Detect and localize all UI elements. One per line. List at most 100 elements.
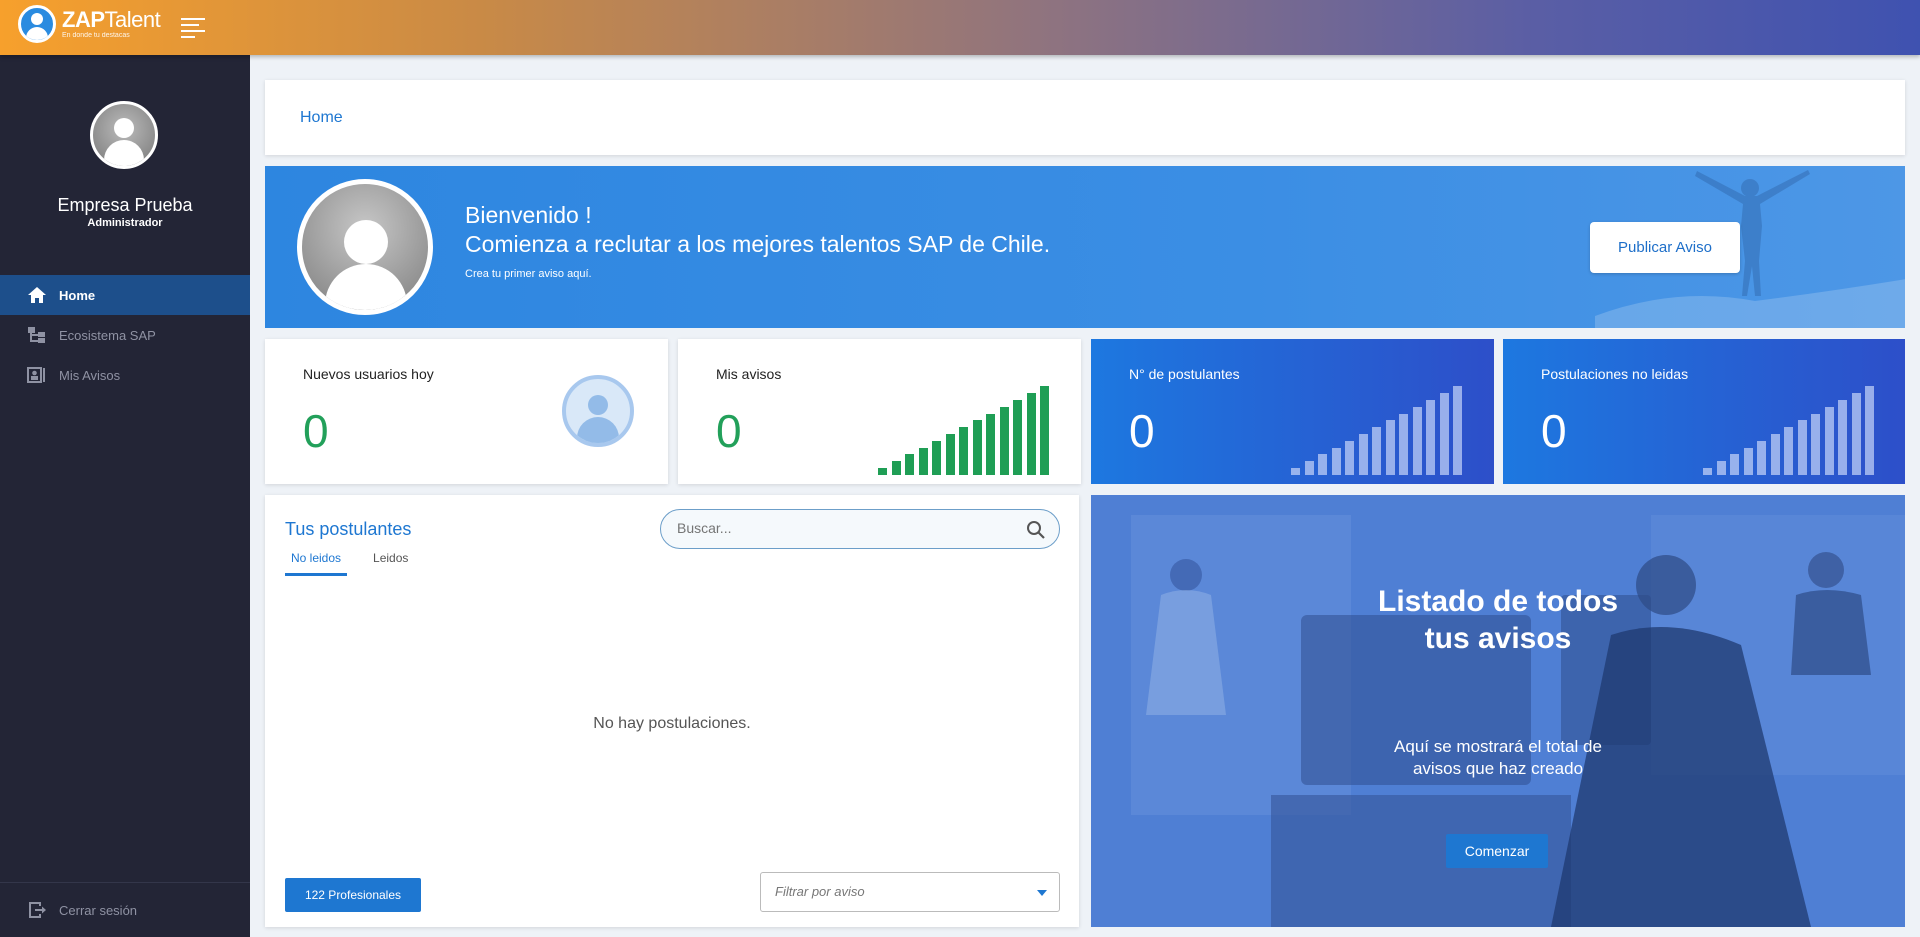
promo-title: Listado de todos tus avisos bbox=[1091, 583, 1905, 657]
promo-text-line: avisos que haz creado bbox=[1412, 759, 1584, 778]
hierarchy-icon bbox=[28, 327, 45, 343]
promo-text-line: Aquí se mostrará el total de bbox=[1394, 737, 1602, 756]
applicants-title: Tus postulantes bbox=[285, 519, 412, 539]
breadcrumb[interactable]: Home bbox=[300, 109, 343, 127]
bar-icon-segment bbox=[918, 447, 928, 475]
stat-value: 0 bbox=[303, 405, 329, 457]
search-box bbox=[660, 509, 1060, 549]
sidebar-item-label: Mis Avisos bbox=[59, 367, 121, 383]
bar-icon-segment bbox=[1318, 454, 1327, 475]
stat-card-unread: Postulaciones no leidas 0 bbox=[1503, 339, 1905, 484]
promo-title-line: tus avisos bbox=[1424, 622, 1572, 655]
stat-card-new-users: Nuevos usuarios hoy 0 bbox=[265, 339, 668, 484]
bar-chart-icon bbox=[878, 386, 1049, 475]
bar-icon-segment bbox=[891, 461, 901, 475]
bar-icon-segment bbox=[878, 468, 887, 475]
bar-icon-segment bbox=[945, 434, 955, 475]
bar-icon-segment bbox=[1013, 400, 1022, 475]
promo-title-line: Listado de todos bbox=[1378, 585, 1618, 618]
bar-icon-segment bbox=[986, 413, 995, 475]
welcome-avatar bbox=[297, 179, 433, 315]
sidebar: Empresa Prueba Administrador Home Ecosis… bbox=[0, 55, 250, 937]
logo-person-icon bbox=[18, 5, 56, 43]
empty-message: No hay postulaciones. bbox=[593, 715, 751, 732]
welcome-hint: Crea tu primer aviso aquí. bbox=[465, 268, 592, 280]
sidebar-item-home[interactable]: Home bbox=[0, 275, 250, 315]
bar-icon-segment bbox=[1784, 427, 1793, 475]
bar-chart-icon bbox=[1291, 386, 1462, 475]
home-icon bbox=[28, 287, 46, 303]
tab-leidos[interactable]: Leidos bbox=[367, 551, 414, 576]
bar-chart-icon bbox=[1703, 386, 1874, 475]
bar-icon-segment bbox=[1040, 386, 1049, 475]
chevron-down-icon bbox=[1037, 890, 1047, 896]
sidebar-item-mis-avisos[interactable]: Mis Avisos bbox=[0, 355, 250, 395]
bar-icon-segment bbox=[1811, 413, 1820, 475]
bar-icon-segment bbox=[932, 440, 941, 475]
logo[interactable]: ZAPTalent En donde tu destacas bbox=[18, 5, 161, 43]
logout-label: Cerrar sesión bbox=[59, 902, 138, 918]
welcome-subtitle: Comienza a reclutar a los mejores talent… bbox=[465, 231, 1051, 257]
bar-icon-segment bbox=[1385, 420, 1395, 475]
bar-icon-segment bbox=[1703, 468, 1712, 475]
bar-icon-segment bbox=[959, 427, 968, 475]
applicants-tabs: No leidos Leidos bbox=[285, 551, 434, 576]
sidebar-nav: Home Ecosistema SAP Mis Avisos bbox=[0, 275, 250, 395]
logo-thin: Talent bbox=[104, 7, 161, 32]
sidebar-item-ecosistema-sap[interactable]: Ecosistema SAP bbox=[0, 315, 250, 355]
search-input[interactable] bbox=[677, 520, 1007, 536]
stat-card-applicants: N° de postulantes 0 bbox=[1091, 339, 1494, 484]
bar-icon-segment bbox=[1412, 406, 1422, 475]
bar-icon-segment bbox=[972, 420, 982, 475]
professionals-button[interactable]: 122 Profesionales bbox=[285, 878, 421, 912]
bar-icon-segment bbox=[1439, 393, 1449, 475]
stat-label: N° de postulantes bbox=[1129, 366, 1240, 382]
logout-icon bbox=[29, 902, 46, 918]
ads-promo-card: Listado de todos tus avisos Aquí se most… bbox=[1091, 495, 1905, 927]
sidebar-item-label: Ecosistema SAP bbox=[59, 327, 156, 343]
logo-bold: ZAP bbox=[62, 7, 105, 32]
publish-ad-button[interactable]: Publicar Aviso bbox=[1590, 222, 1740, 273]
bar-icon-segment bbox=[1345, 440, 1354, 475]
bar-icon-segment bbox=[1372, 427, 1381, 475]
bar-icon-segment bbox=[1865, 386, 1874, 475]
tab-no-leidos[interactable]: No leidos bbox=[285, 551, 348, 576]
stat-value: 0 bbox=[1129, 405, 1155, 457]
start-button[interactable]: Comenzar bbox=[1446, 834, 1548, 868]
bar-icon-segment bbox=[1399, 413, 1408, 475]
bar-icon-segment bbox=[1291, 468, 1300, 475]
sidebar-item-label: Home bbox=[59, 287, 96, 303]
logo-tagline: En donde tu destacas bbox=[62, 32, 130, 39]
welcome-banner: Bienvenido ! Comienza a reclutar a los m… bbox=[265, 166, 1905, 328]
bar-icon-segment bbox=[999, 406, 1009, 475]
avatar bbox=[90, 101, 158, 169]
stat-value: 0 bbox=[1541, 405, 1567, 457]
bar-icon-segment bbox=[1331, 447, 1341, 475]
bar-icon-segment bbox=[1304, 461, 1314, 475]
user-role: Administrador bbox=[87, 217, 163, 229]
bar-icon-segment bbox=[1716, 461, 1726, 475]
stat-label: Mis avisos bbox=[716, 366, 782, 382]
bar-icon-segment bbox=[1770, 434, 1780, 475]
breadcrumb-card: Home bbox=[265, 80, 1905, 155]
welcome-title: Bienvenido ! bbox=[465, 202, 592, 228]
bar-icon-segment bbox=[905, 454, 914, 475]
filter-placeholder: Filtrar por aviso bbox=[775, 884, 865, 899]
filter-select[interactable]: Filtrar por aviso bbox=[760, 872, 1060, 912]
bar-icon-segment bbox=[1426, 400, 1435, 475]
bar-icon-segment bbox=[1851, 393, 1861, 475]
bar-icon-segment bbox=[1797, 420, 1807, 475]
logout-button[interactable]: Cerrar sesión bbox=[0, 882, 250, 937]
search-icon[interactable] bbox=[1026, 520, 1046, 540]
applicants-card: Tus postulantes No leidos Leidos No hay … bbox=[265, 495, 1079, 927]
bar-icon-segment bbox=[1757, 440, 1766, 475]
stat-label: Postulaciones no leidas bbox=[1541, 366, 1689, 382]
top-bar: ZAPTalent En donde tu destacas bbox=[0, 0, 1920, 55]
menu-icon[interactable] bbox=[181, 18, 205, 38]
user-icon bbox=[562, 375, 634, 447]
bar-icon-segment bbox=[1453, 386, 1462, 475]
company-name: Empresa Prueba bbox=[57, 195, 193, 215]
bar-icon-segment bbox=[1358, 434, 1368, 475]
bar-icon-segment bbox=[1026, 393, 1036, 475]
stat-label: Nuevos usuarios hoy bbox=[303, 366, 434, 382]
